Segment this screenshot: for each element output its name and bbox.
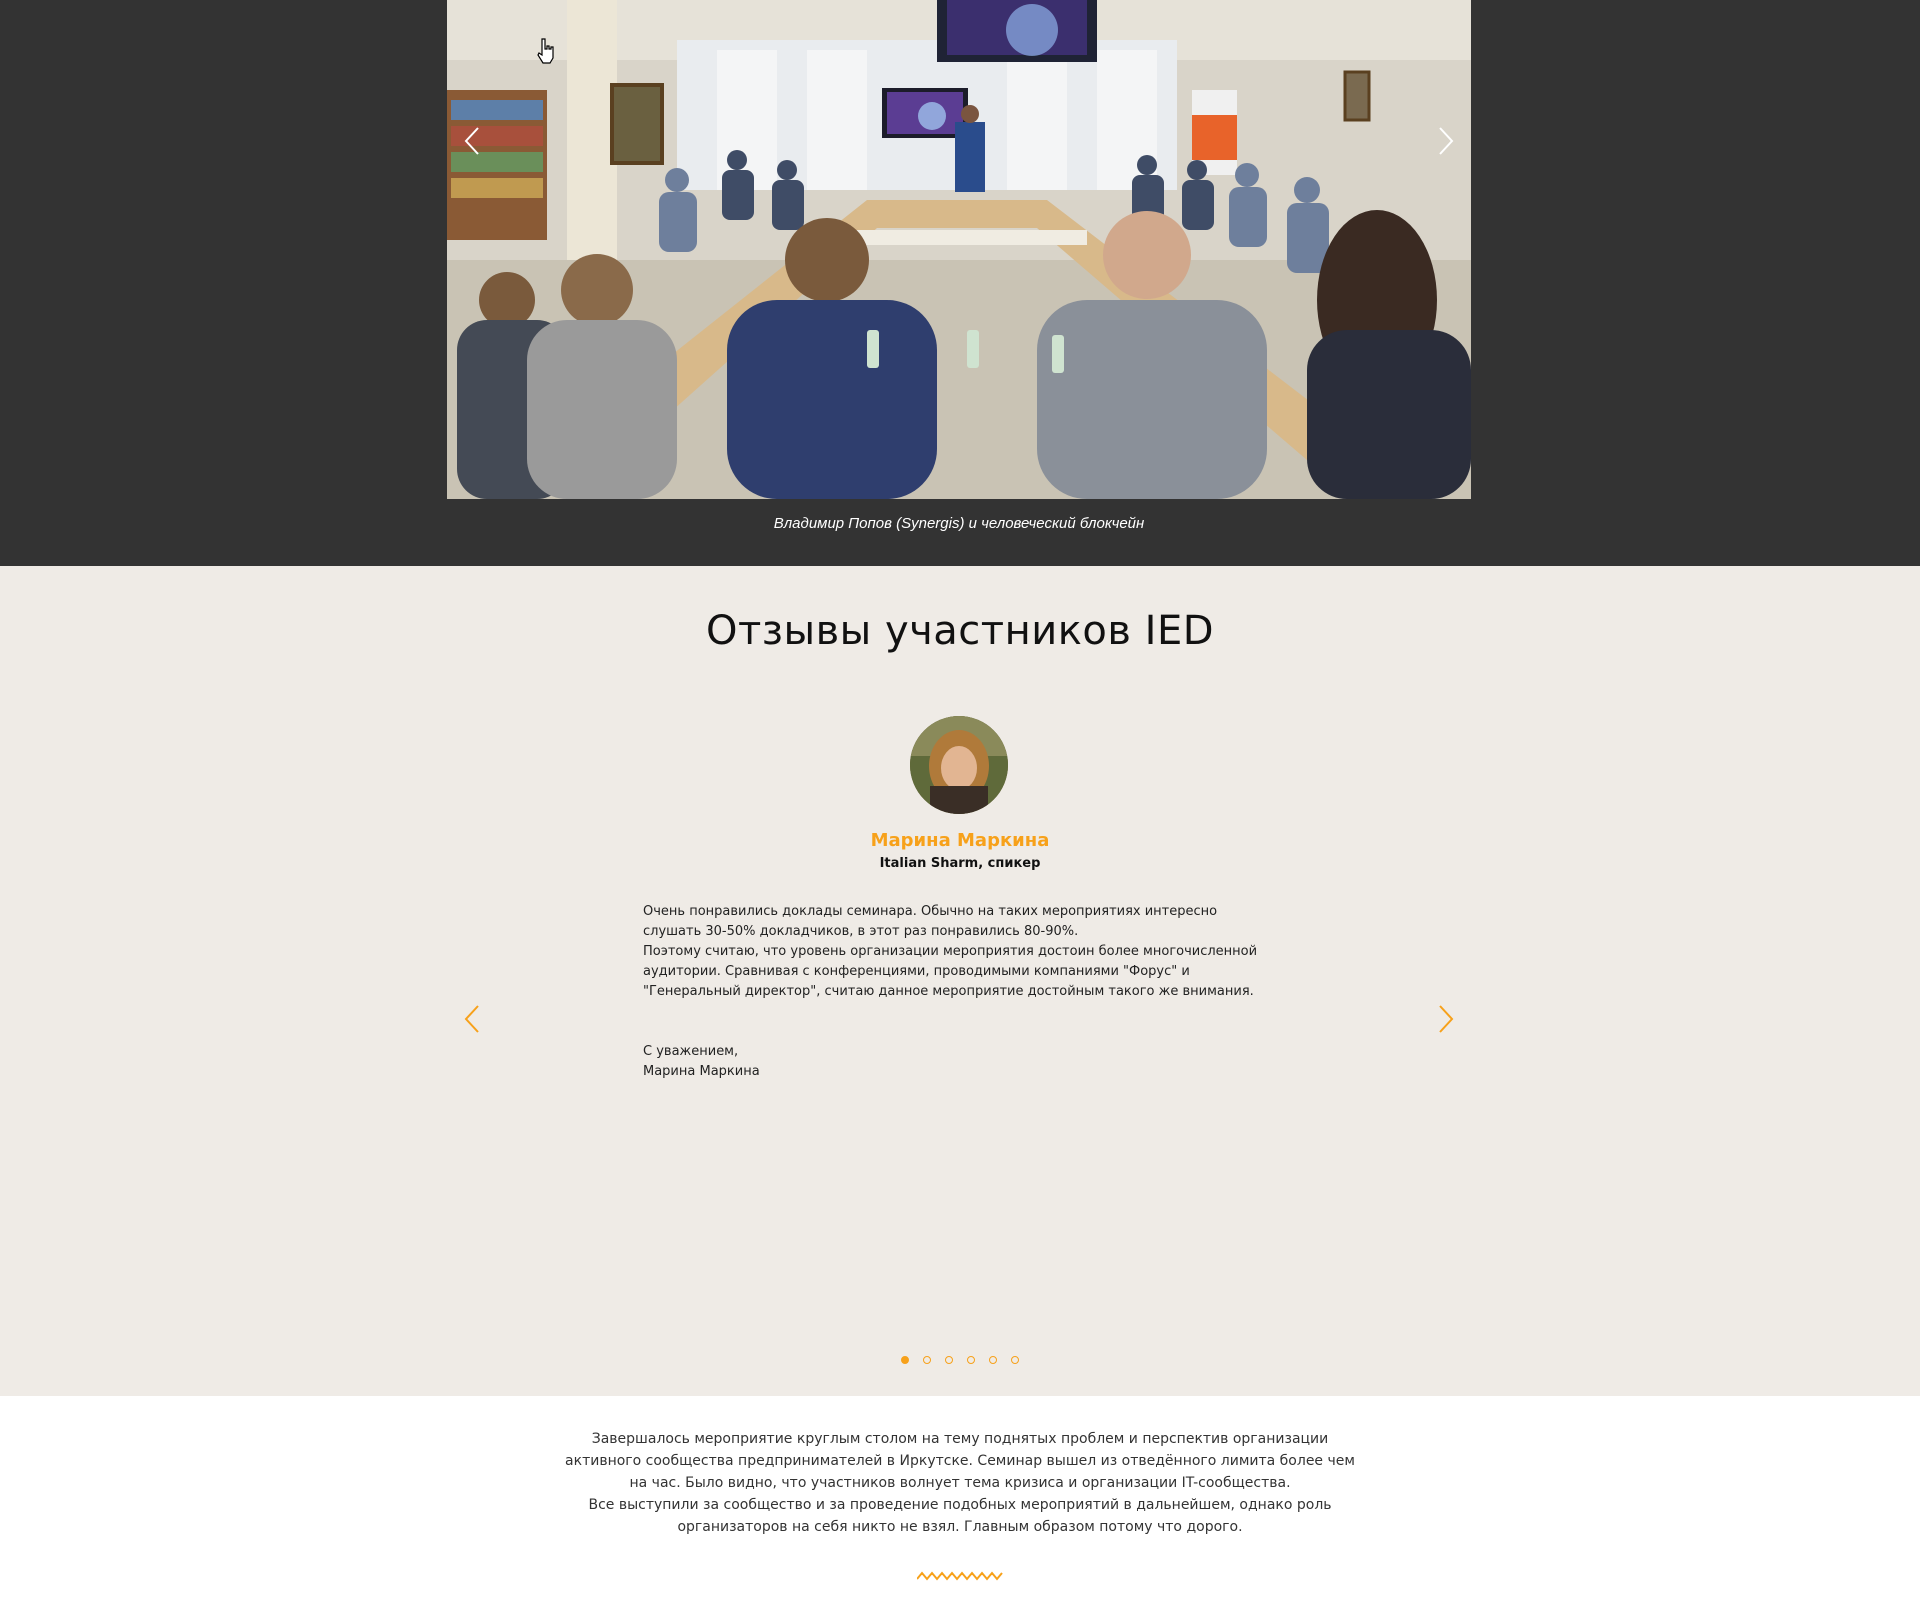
reviewer-role: Italian Sharm, спикер bbox=[879, 856, 1041, 871]
reviews-section: Отзывы участников IED Марина Маркина Ita… bbox=[0, 566, 1920, 1396]
zigzag-divider-icon bbox=[917, 1569, 1003, 1583]
review-signature: Марина Маркина bbox=[643, 1064, 760, 1079]
slider-dot-2[interactable] bbox=[923, 1356, 931, 1364]
chevron-left-icon bbox=[464, 1005, 479, 1033]
slider-dot-5[interactable] bbox=[989, 1356, 997, 1364]
slider-dots bbox=[0, 1356, 1920, 1364]
reviewer-name: Марина Маркина bbox=[870, 830, 1050, 851]
closing-paragraph: Завершалось мероприятие круглым столом н… bbox=[565, 1431, 1355, 1491]
hand-cursor-icon bbox=[537, 38, 555, 64]
reviews-title: Отзывы участников IED bbox=[705, 608, 1215, 654]
slider-dot-4[interactable] bbox=[967, 1356, 975, 1364]
gallery-photo bbox=[447, 0, 1471, 499]
closing-paragraph: Все выступили за сообщество и за проведе… bbox=[588, 1497, 1332, 1535]
photo-gallery: Владимир Попов (Synergis) и человеческий… bbox=[0, 0, 1920, 566]
slider-dot-6[interactable] bbox=[1011, 1356, 1019, 1364]
gallery-prev-button[interactable] bbox=[456, 124, 490, 158]
gallery-next-button[interactable] bbox=[1428, 124, 1462, 158]
reviewer-photo bbox=[910, 716, 1008, 814]
slider-dot-1[interactable] bbox=[901, 1356, 909, 1364]
closing-text: Завершалось мероприятие круглым столом н… bbox=[560, 1428, 1360, 1538]
review-next-button[interactable] bbox=[1428, 1002, 1462, 1036]
chevron-right-icon bbox=[1439, 127, 1454, 155]
chevron-right-icon bbox=[1439, 1005, 1454, 1033]
review-paragraph: Поэтому считаю, что уровень организации … bbox=[643, 944, 1258, 999]
review-text: Очень понравились доклады семинара. Обыч… bbox=[643, 902, 1277, 1082]
slider-dot-3[interactable] bbox=[945, 1356, 953, 1364]
avatar bbox=[910, 716, 1008, 814]
gallery-caption: Владимир Попов (Synergis) и человеческий… bbox=[773, 515, 1145, 532]
seminar-room-photo bbox=[447, 0, 1471, 499]
review-prev-button[interactable] bbox=[456, 1002, 490, 1036]
review-paragraph: Очень понравились доклады семинара. Обыч… bbox=[643, 904, 1218, 939]
chevron-left-icon bbox=[464, 127, 479, 155]
review-signoff: С уважением, bbox=[643, 1044, 739, 1059]
